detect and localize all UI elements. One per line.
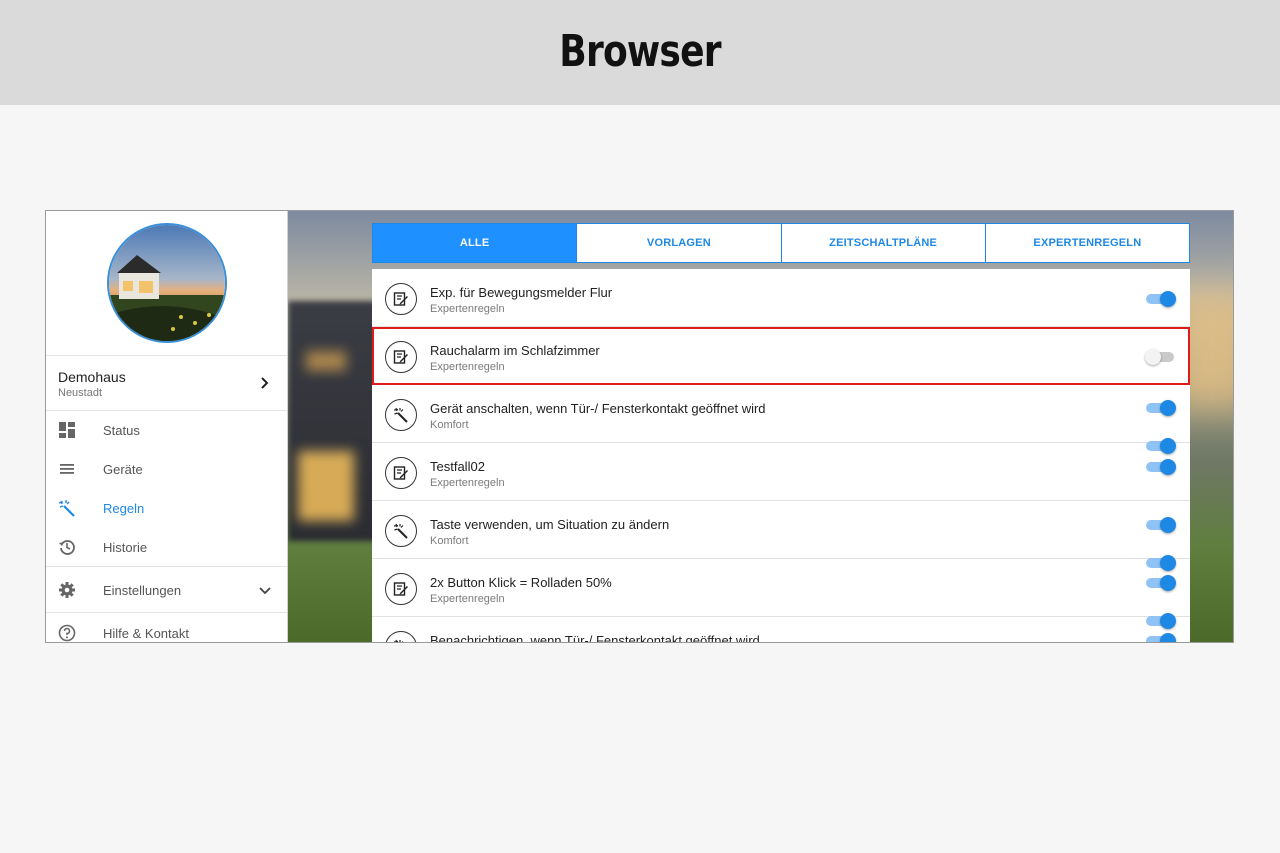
tab-alle[interactable]: ALLE (373, 224, 577, 262)
home-city: Neustadt (58, 387, 103, 399)
sidebar-item-label: Regeln (103, 501, 145, 516)
gear-icon (59, 582, 75, 598)
help-icon (58, 624, 76, 642)
list-icon (60, 464, 74, 474)
rule-title: Exp. für Bewegungsmelder Flur (430, 285, 613, 300)
rule-title: Gerät anschalten, wenn Tür-/ Fensterkont… (430, 401, 766, 416)
rule-row[interactable]: 2x Button Klick = Rolladen 50% Expertenr… (372, 559, 1190, 617)
rule-type: Komfort (430, 535, 469, 547)
sidebar: Demohaus Neustadt Status Geräte Regeln H… (46, 211, 288, 642)
sidebar-item-geraete[interactable]: Geräte (46, 450, 287, 488)
rule-title: Rauchalarm im Schlafzimmer (430, 343, 600, 358)
edit-note-icon (385, 573, 417, 605)
rule-row[interactable]: Benachrichtigen, wenn Tür-/ Fensterkonta… (372, 617, 1190, 643)
background-light (306, 351, 346, 371)
tab-expertenregeln[interactable]: EXPERTENREGELN (984, 224, 1189, 262)
sidebar-item-status[interactable]: Status (46, 411, 287, 449)
stray-toggle[interactable] (1146, 555, 1176, 571)
dashboard-icon (59, 422, 75, 438)
rule-enable-toggle[interactable] (1146, 291, 1176, 307)
edit-note-icon (385, 457, 417, 489)
rule-enable-toggle[interactable] (1146, 517, 1176, 533)
tab-zeitschaltplaene[interactable]: ZEITSCHALTPLÄNE (780, 224, 985, 262)
rule-title: Testfall02 (430, 459, 485, 474)
magic-wand-icon (385, 399, 417, 431)
sidebar-item-einstellungen[interactable]: Einstellungen (46, 571, 287, 609)
rule-type: Expertenregeln (430, 477, 505, 489)
rule-type: Komfort (430, 419, 469, 431)
home-avatar[interactable] (107, 223, 227, 343)
sidebar-item-label: Einstellungen (103, 583, 182, 598)
rule-type: Expertenregeln (430, 361, 505, 373)
sidebar-divider (46, 612, 287, 613)
background-light (298, 451, 354, 521)
rule-type: Expertenregeln (430, 593, 505, 605)
rule-enable-toggle[interactable] (1146, 459, 1176, 475)
rule-row[interactable]: Gerät anschalten, wenn Tür-/ Fensterkont… (372, 385, 1190, 443)
history-icon (59, 540, 75, 555)
stray-toggle[interactable] (1146, 613, 1176, 629)
header-title: Browser (559, 26, 721, 77)
sidebar-item-hilfe[interactable]: Hilfe & Kontakt (46, 614, 287, 642)
rule-row-highlighted[interactable]: Rauchalarm im Schlafzimmer Expertenregel… (372, 327, 1190, 385)
tab-vorlagen[interactable]: VORLAGEN (576, 224, 780, 262)
sidebar-item-label: Geräte (103, 462, 143, 477)
sidebar-item-regeln[interactable]: Regeln (46, 489, 287, 527)
chevron-right-icon (261, 377, 269, 389)
rule-enable-toggle[interactable] (1145, 349, 1176, 365)
rule-tabs: ALLE VORLAGEN ZEITSCHALTPLÄNE EXPERTENRE… (372, 223, 1190, 263)
edit-note-icon (385, 341, 417, 373)
sidebar-item-label: Status (103, 423, 140, 438)
rule-list: Exp. für Bewegungsmelder Flur Expertenre… (372, 269, 1190, 643)
main-content: ALLE VORLAGEN ZEITSCHALTPLÄNE EXPERTENRE… (288, 211, 1233, 643)
rule-title: Benachrichtigen, wenn Tür-/ Fensterkonta… (430, 633, 760, 643)
magic-wand-icon (58, 500, 75, 517)
home-name: Demohaus (58, 369, 126, 385)
rule-row[interactable]: Testfall02 Expertenregeln (372, 443, 1190, 501)
rule-enable-toggle[interactable] (1146, 575, 1176, 591)
magic-wand-icon (385, 631, 417, 642)
rule-title: Taste verwenden, um Situation zu ändern (430, 517, 670, 532)
rule-row[interactable]: Exp. für Bewegungsmelder Flur Expertenre… (372, 269, 1190, 327)
sidebar-item-historie[interactable]: Historie (46, 528, 287, 566)
edit-note-icon (385, 283, 417, 315)
rule-title: 2x Button Klick = Rolladen 50% (430, 575, 612, 590)
home-selector[interactable]: Demohaus Neustadt (46, 355, 287, 411)
chevron-down-icon (259, 587, 271, 595)
rule-type: Expertenregeln (430, 303, 505, 315)
rule-enable-toggle[interactable] (1146, 400, 1176, 416)
sidebar-item-label: Hilfe & Kontakt (103, 626, 189, 641)
app-window: Demohaus Neustadt Status Geräte Regeln H… (45, 210, 1234, 643)
sidebar-item-label: Historie (103, 540, 148, 555)
header-bar: Browser (0, 0, 1280, 105)
stray-toggle[interactable] (1146, 438, 1176, 454)
magic-wand-icon (385, 515, 417, 547)
sidebar-divider (46, 566, 287, 567)
rule-enable-toggle[interactable] (1146, 633, 1176, 642)
rule-row[interactable]: Taste verwenden, um Situation zu ändern … (372, 501, 1190, 559)
